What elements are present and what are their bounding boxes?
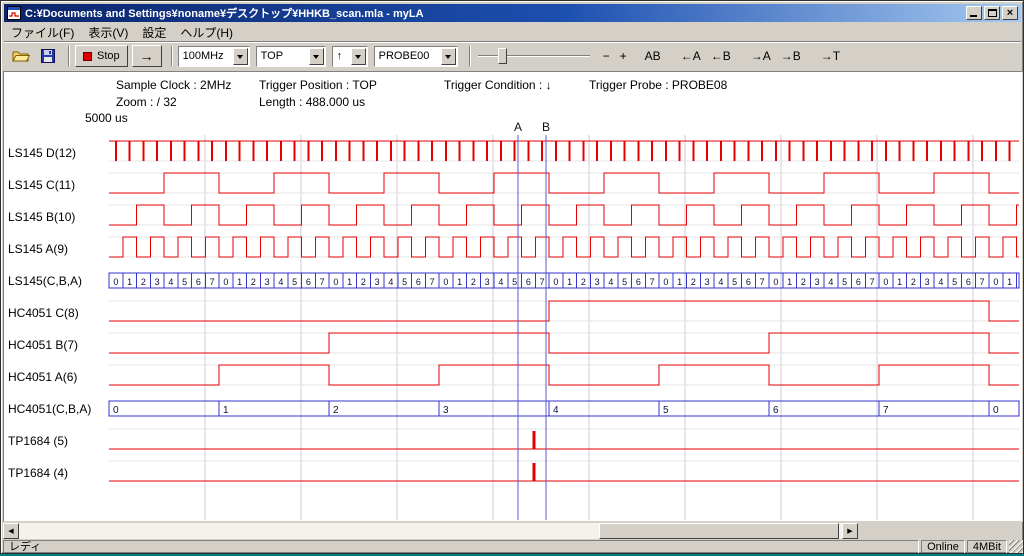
zoom-in-button[interactable]: + bbox=[615, 45, 632, 67]
trigger-position-text: Trigger Position : TOP bbox=[259, 78, 377, 92]
save-button[interactable] bbox=[36, 45, 60, 67]
right-to-b-button[interactable]: →B bbox=[776, 45, 806, 67]
left-to-a-button[interactable]: ←A bbox=[676, 45, 706, 67]
sample-clock-text: Sample Clock : 2MHz bbox=[116, 78, 231, 92]
chevron-down-icon[interactable] bbox=[309, 48, 324, 65]
minimize-icon bbox=[970, 15, 977, 17]
menu-file[interactable]: ファイル(F) bbox=[4, 23, 81, 42]
clock-select[interactable]: 100MHz bbox=[178, 46, 250, 67]
length-text: Length : 488.000 us bbox=[259, 95, 365, 109]
save-floppy-icon bbox=[41, 49, 55, 63]
toolbar-nav-buttons: −+ AB ←A←B →A→B →T bbox=[598, 45, 845, 67]
chevron-down-icon[interactable] bbox=[233, 48, 248, 65]
maximize-button[interactable] bbox=[984, 6, 1000, 20]
toolbar: Stop → 100MHz TOP ↑ PROBE00 −+ AB ←A←B →A→B… bbox=[4, 41, 1021, 70]
scrollbar-thumb[interactable] bbox=[599, 523, 839, 539]
probe-select[interactable]: PROBE00 bbox=[374, 46, 458, 67]
maximize-icon bbox=[988, 9, 997, 17]
status-online: Online bbox=[921, 540, 965, 554]
window-title: C:¥Documents and Settings¥noname¥デスクトップ¥… bbox=[25, 5, 964, 21]
status-memory: 4MBit bbox=[967, 540, 1007, 554]
horizontal-scrollbar[interactable]: ◀ ▶ bbox=[3, 523, 858, 539]
time-per-div-text: 5000 us bbox=[85, 111, 128, 125]
toolbar-separator bbox=[469, 46, 471, 66]
trigger-edge-value: ↑ bbox=[337, 50, 343, 62]
app-icon bbox=[7, 6, 21, 20]
open-button[interactable] bbox=[9, 45, 33, 67]
menu-view[interactable]: 表示(V) bbox=[81, 23, 135, 42]
open-folder-icon bbox=[12, 49, 30, 63]
stop-icon bbox=[83, 52, 92, 61]
scroll-right-button[interactable]: ▶ bbox=[842, 523, 858, 539]
zoom-slider-track[interactable] bbox=[478, 55, 590, 57]
zoom-slider-thumb[interactable] bbox=[498, 48, 507, 64]
stop-button[interactable]: Stop bbox=[75, 45, 128, 67]
toolbar-separator bbox=[171, 46, 173, 66]
trigger-condition-text: Trigger Condition : ↓ bbox=[444, 78, 552, 92]
close-button[interactable]: × bbox=[1002, 6, 1018, 20]
status-ready: レディ bbox=[3, 540, 919, 554]
resize-grip[interactable] bbox=[1009, 540, 1023, 554]
ab-button[interactable]: AB bbox=[640, 45, 666, 67]
toolbar-separator bbox=[68, 46, 70, 66]
chevron-down-icon[interactable] bbox=[441, 48, 456, 65]
menu-settings[interactable]: 設定 bbox=[135, 23, 173, 42]
scroll-left-button[interactable]: ◀ bbox=[3, 523, 19, 539]
stop-label: Stop bbox=[97, 50, 120, 62]
run-arrow-icon: → bbox=[140, 48, 154, 64]
chevron-down-icon[interactable] bbox=[351, 48, 366, 65]
zoom-slider[interactable] bbox=[478, 45, 590, 67]
zoom-text: Zoom : / 32 bbox=[116, 95, 177, 109]
trigger-edge-select[interactable]: ↑ bbox=[332, 46, 368, 67]
to-trigger-button[interactable]: →T bbox=[816, 45, 845, 67]
trigger-position-value: TOP bbox=[261, 50, 283, 62]
menu-bar: ファイル(F)表示(V)設定ヘルプ(H) bbox=[4, 23, 1021, 41]
minimize-button[interactable] bbox=[966, 6, 982, 20]
title-bar[interactable]: C:¥Documents and Settings¥noname¥デスクトップ¥… bbox=[4, 4, 1021, 22]
probe-select-value: PROBE00 bbox=[379, 50, 430, 62]
zoom-out-button[interactable]: − bbox=[598, 45, 615, 67]
app-window: C:¥Documents and Settings¥noname¥デスクトップ¥… bbox=[0, 0, 1024, 554]
clock-select-value: 100MHz bbox=[183, 50, 224, 62]
waveform-panel bbox=[3, 71, 1023, 522]
run-button[interactable]: → bbox=[132, 45, 162, 67]
trigger-position-select[interactable]: TOP bbox=[256, 46, 326, 67]
left-to-b-button[interactable]: ←B bbox=[706, 45, 736, 67]
right-to-a-button[interactable]: →A bbox=[746, 45, 776, 67]
trigger-probe-text: Trigger Probe : PROBE08 bbox=[589, 78, 727, 92]
menu-help[interactable]: ヘルプ(H) bbox=[173, 23, 240, 42]
status-bar: レディ Online 4MBit bbox=[3, 540, 1023, 554]
